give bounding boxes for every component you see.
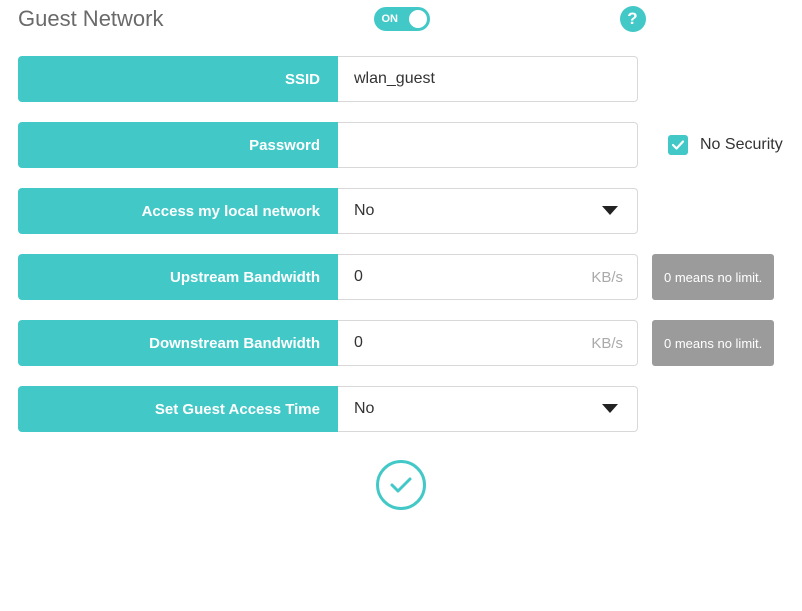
- guest-network-toggle[interactable]: ON: [374, 7, 430, 31]
- no-security-checkbox[interactable]: [668, 135, 688, 155]
- access-local-select[interactable]: No: [338, 189, 637, 233]
- toggle-wrap: ON: [374, 7, 430, 31]
- password-label: Password: [18, 122, 338, 168]
- ssid-label: SSID: [18, 56, 338, 102]
- downstream-unit: KB/s: [591, 335, 623, 352]
- downstream-row: Downstream Bandwidth KB/s 0 means no lim…: [18, 320, 784, 366]
- submit-button[interactable]: [376, 460, 426, 510]
- access-local-row: Access my local network No: [18, 188, 784, 234]
- check-icon: [671, 138, 685, 152]
- ssid-input-wrap: [338, 56, 638, 102]
- downstream-label: Downstream Bandwidth: [18, 320, 338, 366]
- page-title: Guest Network: [18, 6, 164, 32]
- upstream-label: Upstream Bandwidth: [18, 254, 338, 300]
- no-security-label: No Security: [700, 136, 783, 154]
- toggle-on-label: ON: [382, 13, 399, 25]
- upstream-input-wrap: KB/s: [338, 254, 638, 300]
- chevron-down-icon: [601, 205, 619, 217]
- check-icon: [386, 470, 416, 500]
- password-input[interactable]: [338, 123, 637, 167]
- access-time-row: Set Guest Access Time No: [18, 386, 784, 432]
- header-row: Guest Network ON ?: [18, 6, 784, 32]
- password-input-wrap: [338, 122, 638, 168]
- help-icon[interactable]: ?: [620, 6, 646, 32]
- access-time-select-wrap: No: [338, 386, 638, 432]
- upstream-note: 0 means no limit.: [652, 254, 774, 300]
- upstream-unit: KB/s: [591, 269, 623, 286]
- access-local-value: No: [354, 202, 374, 220]
- upstream-row: Upstream Bandwidth KB/s 0 means no limit…: [18, 254, 784, 300]
- toggle-knob: [409, 10, 427, 28]
- access-time-label: Set Guest Access Time: [18, 386, 338, 432]
- access-time-select[interactable]: No: [338, 387, 637, 431]
- chevron-down-icon: [601, 403, 619, 415]
- downstream-note: 0 means no limit.: [652, 320, 774, 366]
- ssid-row: SSID: [18, 56, 784, 102]
- access-local-label: Access my local network: [18, 188, 338, 234]
- ssid-input[interactable]: [338, 57, 637, 101]
- no-security-wrap: No Security: [668, 122, 783, 168]
- access-time-value: No: [354, 400, 374, 418]
- access-local-select-wrap: No: [338, 188, 638, 234]
- submit-row: [18, 460, 784, 510]
- downstream-input-wrap: KB/s: [338, 320, 638, 366]
- password-row: Password No Security: [18, 122, 784, 168]
